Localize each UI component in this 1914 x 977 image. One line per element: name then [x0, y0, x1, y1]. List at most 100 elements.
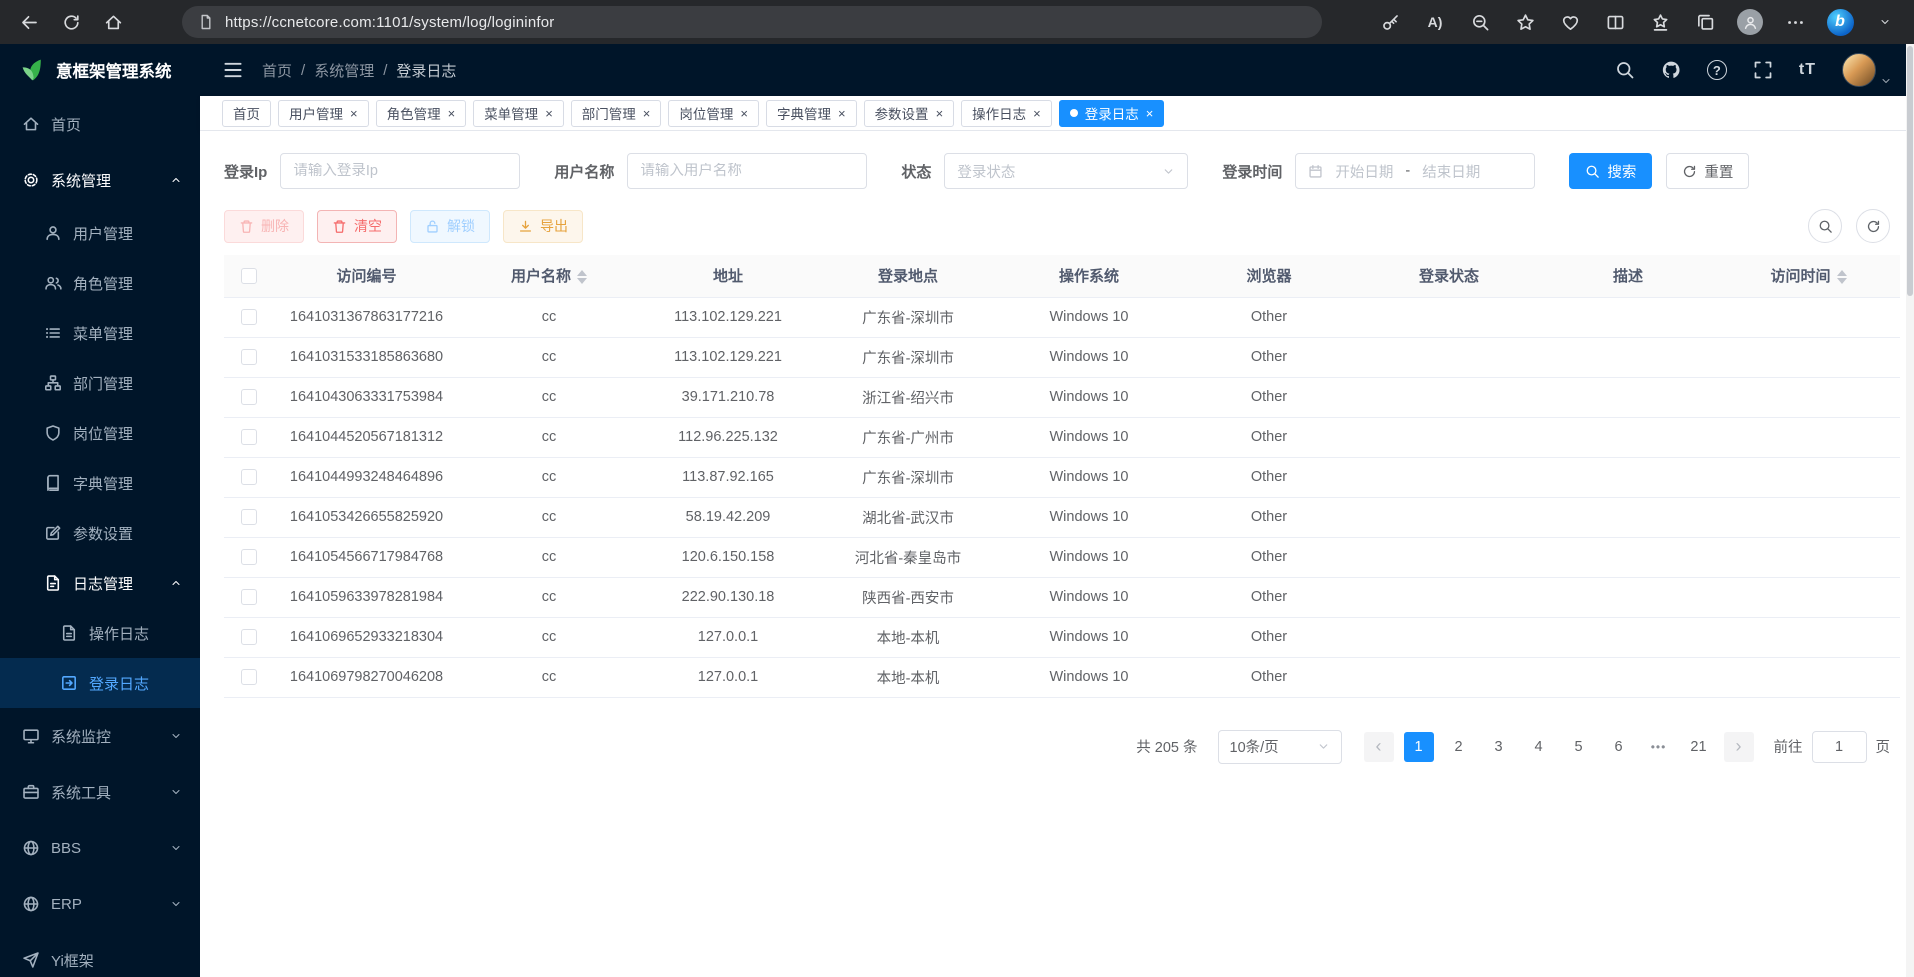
- breadcrumb-item-home[interactable]: 首页: [262, 60, 292, 81]
- page-button-3[interactable]: 3: [1484, 732, 1514, 762]
- tab-menu-mgmt[interactable]: 菜单管理×: [473, 100, 564, 127]
- tab-home[interactable]: 首页: [222, 100, 271, 127]
- clear-button[interactable]: 清空: [317, 210, 397, 243]
- tab-dict-mgmt[interactable]: 字典管理×: [766, 100, 857, 127]
- sidebar-item-post-mgmt[interactable]: 岗位管理: [0, 408, 200, 458]
- sidebar-item-login-log[interactable]: 登录日志: [0, 658, 200, 708]
- tab-login-log[interactable]: 登录日志×: [1059, 100, 1165, 127]
- sidebar-item-yi-framework[interactable]: Yi框架: [0, 932, 200, 977]
- favorites-star-icon[interactable]: [1508, 5, 1542, 39]
- date-range-picker[interactable]: 开始日期 - 结束日期: [1295, 153, 1535, 189]
- sort-icon[interactable]: [1837, 270, 1847, 284]
- sidebar-item-system[interactable]: 系统管理: [0, 152, 200, 208]
- sidebar-item-dict-mgmt[interactable]: 字典管理: [0, 458, 200, 508]
- prev-page-button[interactable]: ‹: [1364, 732, 1394, 762]
- site-info-icon[interactable]: [198, 14, 214, 30]
- sidebar-item-menu-mgmt[interactable]: 菜单管理: [0, 308, 200, 358]
- select-all-checkbox[interactable]: [241, 268, 257, 284]
- bing-icon[interactable]: b: [1823, 5, 1857, 39]
- row-checkbox[interactable]: [241, 389, 257, 405]
- tab-param-settings[interactable]: 参数设置×: [864, 100, 955, 127]
- home-icon[interactable]: [96, 5, 130, 39]
- app-logo[interactable]: 意框架管理系统: [0, 44, 200, 96]
- help-icon[interactable]: ?: [1707, 60, 1727, 80]
- page-button-4[interactable]: 4: [1524, 732, 1554, 762]
- row-checkbox[interactable]: [241, 629, 257, 645]
- row-checkbox[interactable]: [241, 429, 257, 445]
- back-icon[interactable]: [12, 5, 46, 39]
- collections-icon[interactable]: [1688, 5, 1722, 39]
- login-ip-input[interactable]: [293, 163, 507, 179]
- sidebar-item-dept-mgmt[interactable]: 部门管理: [0, 358, 200, 408]
- close-icon[interactable]: ×: [936, 107, 944, 120]
- address-bar[interactable]: https://ccnetcore.com:1101/system/log/lo…: [182, 6, 1322, 38]
- menu-fold-icon[interactable]: [222, 59, 244, 81]
- table-refresh-icon[interactable]: [1856, 209, 1890, 243]
- row-checkbox[interactable]: [241, 509, 257, 525]
- sidebar-item-role-mgmt[interactable]: 角色管理: [0, 258, 200, 308]
- row-checkbox[interactable]: [241, 309, 257, 325]
- goto-page-input[interactable]: [1812, 731, 1867, 763]
- close-icon[interactable]: ×: [643, 107, 651, 120]
- username-input[interactable]: [640, 163, 854, 179]
- more-menu-icon[interactable]: [1778, 5, 1812, 39]
- close-icon[interactable]: ×: [1146, 107, 1154, 120]
- fullscreen-icon[interactable]: [1753, 60, 1773, 80]
- close-icon[interactable]: ×: [350, 107, 358, 120]
- sidebar-item-operation-log[interactable]: 操作日志: [0, 608, 200, 658]
- breadcrumb-item-system[interactable]: 系统管理: [314, 60, 374, 81]
- sidebar-item-tools[interactable]: 系统工具: [0, 764, 200, 820]
- github-icon[interactable]: [1661, 60, 1681, 80]
- page-scrollbar[interactable]: [1906, 44, 1914, 977]
- export-button[interactable]: 导出: [503, 210, 583, 243]
- avatar[interactable]: [1842, 53, 1876, 87]
- page-size-select[interactable]: 10条/页: [1218, 730, 1342, 764]
- tab-post-mgmt[interactable]: 岗位管理×: [668, 100, 759, 127]
- favorites-bar-icon[interactable]: [1643, 5, 1677, 39]
- sidebar-item-log-mgmt[interactable]: 日志管理: [0, 558, 200, 608]
- sidebar-item-bbs[interactable]: BBS: [0, 820, 200, 876]
- zoom-out-icon[interactable]: [1463, 5, 1497, 39]
- sidebar-item-home[interactable]: 首页: [0, 96, 200, 152]
- delete-button[interactable]: 删除: [224, 210, 304, 243]
- password-key-icon[interactable]: [1373, 5, 1407, 39]
- split-screen-icon[interactable]: [1598, 5, 1632, 39]
- close-icon[interactable]: ×: [838, 107, 846, 120]
- scrollbar-thumb[interactable]: [1907, 46, 1913, 296]
- sidebar-item-user-mgmt[interactable]: 用户管理: [0, 208, 200, 258]
- row-checkbox[interactable]: [241, 469, 257, 485]
- status-select[interactable]: 登录状态: [944, 153, 1188, 189]
- row-checkbox[interactable]: [241, 589, 257, 605]
- read-aloud-icon[interactable]: A): [1418, 5, 1452, 39]
- table-search-toggle-icon[interactable]: [1808, 209, 1842, 243]
- toolbar-caret-icon[interactable]: [1868, 5, 1902, 39]
- page-button-21[interactable]: 21: [1684, 732, 1714, 762]
- next-page-button[interactable]: ›: [1724, 732, 1754, 762]
- unlock-button[interactable]: 解锁: [410, 210, 490, 243]
- col-visit-time[interactable]: 访问时间: [1717, 255, 1900, 297]
- page-button-2[interactable]: 2: [1444, 732, 1474, 762]
- sidebar-item-monitor[interactable]: 系统监控: [0, 708, 200, 764]
- page-button-6[interactable]: 6: [1604, 732, 1634, 762]
- user-menu[interactable]: [1842, 53, 1892, 87]
- row-checkbox[interactable]: [241, 349, 257, 365]
- search-icon[interactable]: [1615, 60, 1635, 80]
- font-size-icon[interactable]: tT: [1799, 61, 1816, 79]
- browser-profile-icon[interactable]: [1733, 5, 1767, 39]
- browser-essentials-icon[interactable]: [1553, 5, 1587, 39]
- page-button-5[interactable]: 5: [1564, 732, 1594, 762]
- search-button[interactable]: 搜索: [1569, 153, 1652, 189]
- sidebar-item-erp[interactable]: ERP: [0, 876, 200, 932]
- close-icon[interactable]: ×: [1033, 107, 1041, 120]
- pagination-ellipsis[interactable]: •••: [1644, 732, 1674, 762]
- tab-dept-mgmt[interactable]: 部门管理×: [571, 100, 662, 127]
- tab-user-mgmt[interactable]: 用户管理×: [278, 100, 369, 127]
- sidebar-item-param-settings[interactable]: 参数设置: [0, 508, 200, 558]
- row-checkbox[interactable]: [241, 669, 257, 685]
- reset-button[interactable]: 重置: [1666, 153, 1749, 189]
- row-checkbox[interactable]: [241, 549, 257, 565]
- close-icon[interactable]: ×: [545, 107, 553, 120]
- close-icon[interactable]: ×: [740, 107, 748, 120]
- tab-operation-log[interactable]: 操作日志×: [961, 100, 1052, 127]
- refresh-icon[interactable]: [54, 5, 88, 39]
